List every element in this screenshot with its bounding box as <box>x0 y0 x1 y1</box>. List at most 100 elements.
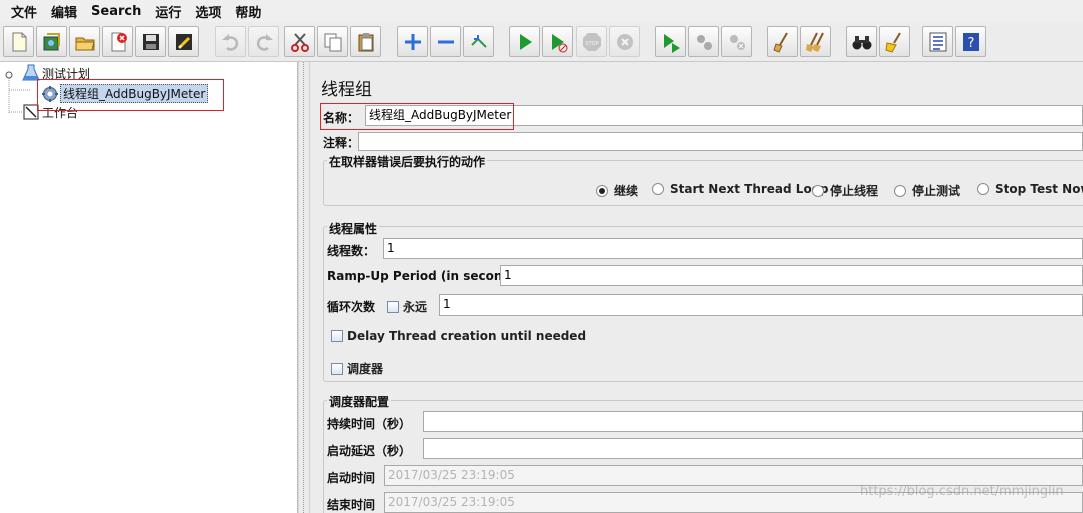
forever-label: 永远 <box>403 300 428 314</box>
startup-delay-field[interactable] <box>423 438 1083 459</box>
checkbox-box[interactable] <box>331 362 343 375</box>
help-icon: ? <box>962 32 979 51</box>
clear-icon <box>772 31 788 53</box>
duration-field[interactable] <box>423 411 1083 432</box>
stop-button[interactable]: STOP <box>576 26 607 57</box>
expand-icon <box>404 33 421 50</box>
checkbox-box[interactable] <box>387 300 399 313</box>
clear-all-button[interactable] <box>800 26 831 57</box>
copy-button[interactable] <box>317 26 348 57</box>
radio-button[interactable] <box>894 184 906 197</box>
paste-icon <box>358 32 373 51</box>
templates-icon <box>43 32 60 50</box>
menu-options[interactable]: 选项 <box>188 2 228 21</box>
save-button[interactable] <box>135 26 166 57</box>
new-icon <box>12 32 26 51</box>
forever-checkbox[interactable]: 永远 <box>387 298 427 315</box>
radio-label: Start Next Thread Loop <box>670 182 829 196</box>
comment-label: 注释： <box>323 136 360 150</box>
cut-button[interactable] <box>284 26 315 57</box>
remote-shutdown-icon <box>729 34 745 50</box>
radio-button-selected[interactable] <box>596 184 608 197</box>
function-helper-icon <box>929 32 946 51</box>
paste-button[interactable] <box>350 26 381 57</box>
clear-all-icon <box>805 32 824 52</box>
shutdown-icon <box>616 33 633 50</box>
save-icon <box>142 33 159 50</box>
help-button[interactable]: ? <box>955 26 986 57</box>
rampup-field[interactable]: 1 <box>500 265 1083 286</box>
duration-label: 持续时间（秒） <box>327 417 412 431</box>
panel-title: 线程组 <box>321 80 372 100</box>
collapse-all-button[interactable] <box>430 26 461 57</box>
search-binoculars-icon <box>852 35 871 49</box>
save-snapshot-button[interactable] <box>168 26 199 57</box>
function-helper-button[interactable] <box>922 26 953 57</box>
menu-edit[interactable]: 编辑 <box>44 2 84 21</box>
radio-start-next-thread-loop[interactable]: Start Next Thread Loop <box>652 182 829 196</box>
toggle-icon <box>470 34 487 48</box>
radio-label: 停止线程 <box>830 184 879 198</box>
remote-start-button[interactable] <box>655 26 686 57</box>
remote-stop-button[interactable] <box>688 26 719 57</box>
start-icon <box>519 33 532 50</box>
toggle-button[interactable] <box>463 26 494 57</box>
remote-start-icon <box>663 33 680 53</box>
remote-shutdown-button[interactable] <box>721 26 752 57</box>
loop-count-label: 循环次数 <box>327 300 376 314</box>
radio-button[interactable] <box>977 183 989 195</box>
stop-icon: STOP <box>582 32 601 51</box>
radio-button[interactable] <box>812 184 824 197</box>
scheduler-checkbox[interactable]: 调度器 <box>331 360 383 377</box>
menu-file[interactable]: 文件 <box>4 2 44 21</box>
delay-thread-creation-checkbox[interactable]: Delay Thread creation until needed <box>331 329 586 343</box>
shutdown-button[interactable] <box>609 26 640 57</box>
close-button[interactable] <box>102 26 133 57</box>
threads-field[interactable]: 1 <box>383 238 1083 259</box>
start-button[interactable] <box>509 26 540 57</box>
menu-run[interactable]: 运行 <box>148 2 188 21</box>
start-no-pause-button[interactable] <box>542 26 573 57</box>
undo-button[interactable] <box>215 26 246 57</box>
templates-button[interactable] <box>36 26 67 57</box>
split-pane-divider[interactable] <box>298 62 310 513</box>
radio-stop-thread[interactable]: 停止线程 <box>812 182 878 199</box>
rampup-label: Ramp-Up Period (in seconds): <box>327 269 529 283</box>
redo-button[interactable] <box>248 26 279 57</box>
redo-icon <box>256 33 273 51</box>
svg-text:?: ? <box>967 36 974 51</box>
watermark: https://blog.csdn.net/mmjinglin <box>860 484 1064 499</box>
loop-count-field[interactable]: 1 <box>439 294 1083 316</box>
menu-help[interactable]: 帮助 <box>228 2 268 21</box>
comment-field[interactable] <box>358 132 1083 151</box>
search-button[interactable] <box>846 26 877 57</box>
checkbox-box[interactable] <box>331 330 343 342</box>
open-icon <box>75 37 95 50</box>
delay-thread-creation-label: Delay Thread creation until needed <box>347 329 587 343</box>
start-time-label: 启动时间 <box>327 471 376 485</box>
menubar: 文件 编辑 Search 运行 选项 帮助 <box>0 0 1083 22</box>
copy-icon <box>324 33 341 51</box>
collapse-icon <box>437 40 454 43</box>
menu-search[interactable]: Search <box>84 4 148 19</box>
radio-stop-test[interactable]: 停止测试 <box>894 182 960 199</box>
new-button[interactable] <box>3 26 34 57</box>
radio-stop-test-now[interactable]: Stop Test Now <box>977 182 1083 196</box>
radio-label: 继续 <box>614 184 639 198</box>
reset-search-button[interactable] <box>879 26 910 57</box>
start-time-field: 2017/03/25 23:19:05 <box>384 465 1083 486</box>
radio-continue[interactable]: 继续 <box>596 182 638 199</box>
end-time-label: 结束时间 <box>327 498 376 512</box>
annotation-highlight-box <box>320 103 514 130</box>
open-button[interactable] <box>69 26 100 57</box>
toolbar: STOP ? <box>0 22 1083 62</box>
sampler-error-action-title: 在取样器错误后要执行的动作 <box>327 153 488 170</box>
thread-properties-title: 线程属性 <box>327 220 380 237</box>
radio-button[interactable] <box>652 183 664 195</box>
scheduler-config-title: 调度器配置 <box>327 393 392 410</box>
cut-icon <box>290 32 309 52</box>
start-no-pause-icon <box>551 33 567 52</box>
clear-button[interactable] <box>767 26 798 57</box>
expand-all-button[interactable] <box>397 26 428 57</box>
reset-search-icon <box>884 31 901 53</box>
